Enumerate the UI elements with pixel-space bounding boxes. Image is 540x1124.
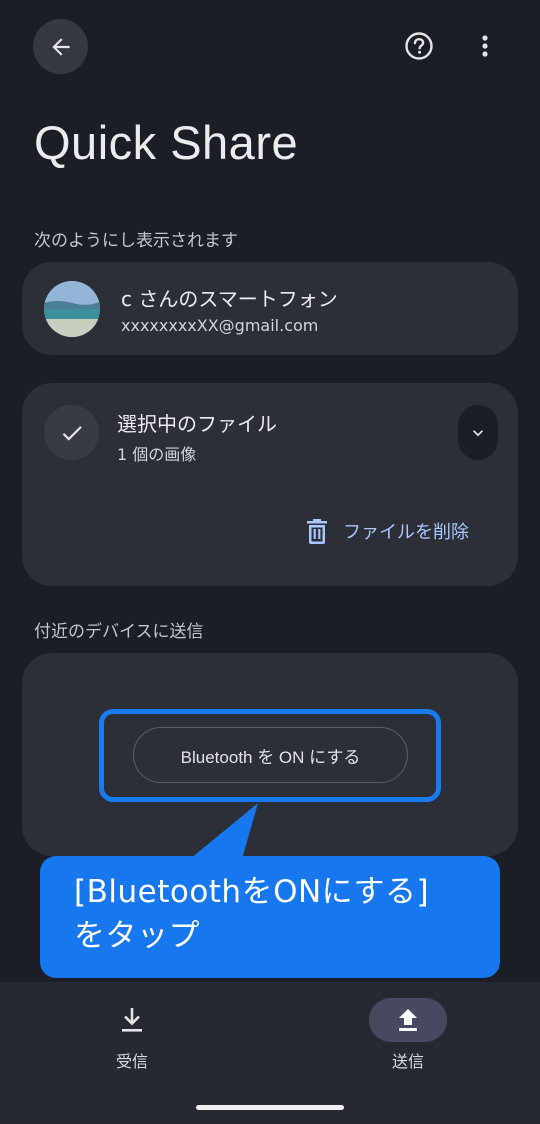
avatar xyxy=(44,281,100,337)
chevron-down-icon xyxy=(473,429,483,436)
arrow-back-icon xyxy=(51,37,70,56)
callout-line1: [BluetoothをONにする] xyxy=(74,874,430,910)
selected-files-title: 選択中のファイル xyxy=(117,412,277,436)
upload-icon xyxy=(399,1009,417,1031)
send-tab-label: 送信 xyxy=(392,1052,425,1071)
beach-photo-icon xyxy=(44,281,100,337)
callout-pointer xyxy=(190,803,258,859)
back-button[interactable] xyxy=(33,19,88,74)
download-icon xyxy=(122,1008,142,1032)
check-icon xyxy=(62,425,82,441)
nearby-section-label: 付近のデバイスに送信 xyxy=(34,622,204,642)
page-title: Quick Share xyxy=(34,116,299,169)
delete-files-button[interactable]: ファイルを削除 xyxy=(305,512,469,550)
home-indicator[interactable] xyxy=(196,1105,344,1110)
send-tab[interactable] xyxy=(369,998,447,1042)
help-circle-icon xyxy=(405,32,433,60)
highlight-frame xyxy=(99,709,441,802)
bottom-navigation xyxy=(0,982,540,1124)
profile-email: xxxxxxxxXX@gmail.com xyxy=(121,316,319,335)
profile-name: c さんのスマートフォン xyxy=(121,287,338,311)
receive-tab-label: 受信 xyxy=(116,1052,149,1071)
help-button[interactable] xyxy=(404,31,434,61)
selected-files-count: 1 個の画像 xyxy=(117,445,197,464)
callout-line2: をタップ xyxy=(74,918,200,954)
more-vert-icon xyxy=(482,35,488,57)
trash-icon xyxy=(307,519,327,544)
instruction-callout: [BluetoothをONにする] をタップ xyxy=(40,856,500,978)
more-options-button[interactable] xyxy=(474,31,496,61)
visibility-section-label: 次のようにし表示されます xyxy=(34,231,238,251)
selected-check xyxy=(44,405,99,460)
receive-tab[interactable] xyxy=(108,998,156,1042)
expand-files-button[interactable] xyxy=(458,405,498,460)
delete-files-label: ファイルを削除 xyxy=(343,522,469,543)
